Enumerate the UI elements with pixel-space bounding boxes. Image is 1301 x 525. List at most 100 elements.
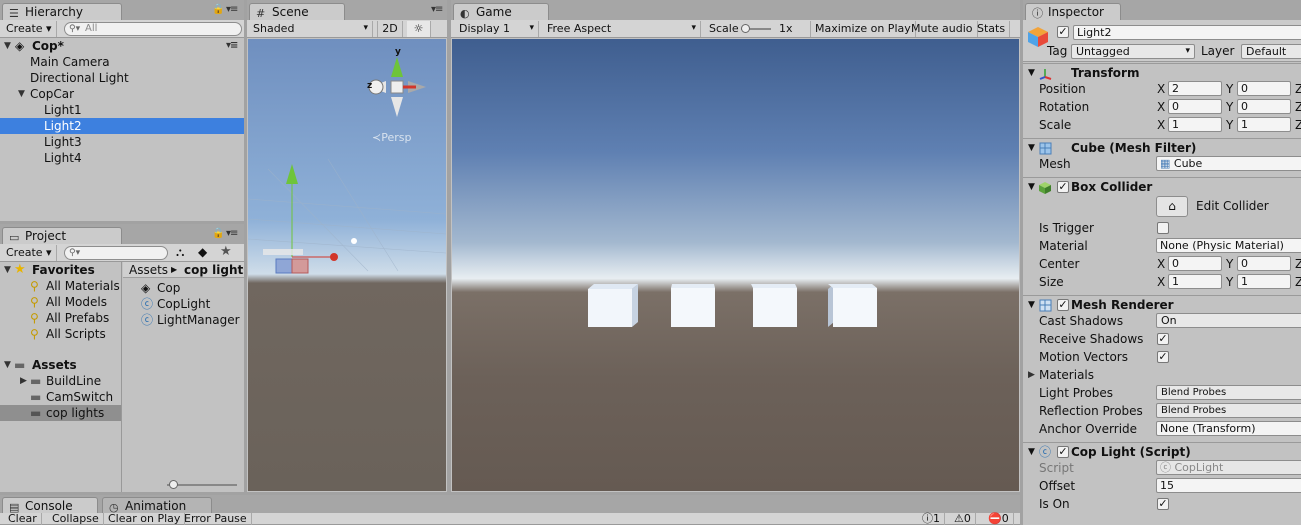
hierarchy-item-light1[interactable]: Light1: [0, 102, 244, 118]
hierarchy-item-light2[interactable]: Light2: [0, 118, 244, 134]
mesh-renderer-enabled-checkbox[interactable]: ✓: [1057, 299, 1069, 311]
file-coplight[interactable]: ⓒ CopLight: [123, 296, 244, 312]
folder-buildline[interactable]: ▶ ▬ BuildLine: [0, 373, 121, 389]
console-clear-button[interactable]: Clear: [4, 513, 42, 525]
orientation-gizmo[interactable]: y z: [366, 47, 428, 119]
size-x-field[interactable]: 1: [1168, 274, 1222, 289]
project-search-input[interactable]: ⚲▾: [64, 246, 168, 260]
panel-menu-icon[interactable]: ▾≡: [431, 4, 443, 15]
scene-lighting-icon[interactable]: ☼: [407, 21, 431, 37]
file-cop[interactable]: ◈ Cop: [123, 280, 244, 296]
slider-handle[interactable]: [169, 480, 178, 489]
scale-slider-handle[interactable]: [741, 24, 750, 33]
cast-shadows-dropdown[interactable]: On: [1156, 313, 1301, 328]
favorite-all-prefabs[interactable]: ⚲ All Prefabs: [0, 310, 121, 326]
favorites-row[interactable]: ▼ ★ Favorites: [0, 262, 121, 278]
is-on-checkbox[interactable]: ✓: [1157, 498, 1169, 510]
console-error-pause-button[interactable]: Error Pause: [180, 513, 252, 525]
hierarchy-search-input[interactable]: ⚲▾ All: [64, 22, 242, 36]
tab-inspector[interactable]: ⓘ Inspector: [1025, 3, 1121, 20]
filter-label-icon[interactable]: ◆: [198, 245, 207, 259]
console-warning-count[interactable]: ⚠0: [950, 513, 976, 525]
icon-size-slider[interactable]: [167, 480, 237, 489]
rotation-x-field[interactable]: 0: [1168, 99, 1222, 114]
project-create-button[interactable]: Create ▾: [2, 245, 57, 261]
edit-collider-button[interactable]: ⌂: [1156, 196, 1188, 217]
is-trigger-checkbox[interactable]: [1157, 222, 1169, 234]
panel-menu-icon[interactable]: ▾≡: [226, 4, 238, 15]
favorite-star-icon[interactable]: ★: [220, 244, 232, 259]
collapsed-arrow-icon[interactable]: ▶: [20, 373, 27, 389]
tab-game[interactable]: ◐ Game: [453, 3, 549, 20]
tag-dropdown[interactable]: Untagged ▾: [1071, 44, 1195, 59]
console-info-count[interactable]: ⓘ1: [918, 513, 945, 525]
console-error-count[interactable]: ⛔0: [984, 513, 1014, 525]
folder-cop-lights[interactable]: ▬ cop lights: [0, 405, 121, 421]
console-collapse-button[interactable]: Collapse: [48, 513, 104, 525]
toggle-2d-button[interactable]: 2D: [377, 21, 403, 37]
hierarchy-item-light4[interactable]: Light4: [0, 150, 244, 166]
box-collider-header[interactable]: ▼ ✓ Box Collider: [1023, 177, 1301, 196]
projection-label[interactable]: ≺Persp: [372, 131, 411, 144]
expand-arrow-icon[interactable]: ▼: [4, 357, 11, 373]
center-x-field[interactable]: 0: [1168, 256, 1222, 271]
hierarchy-create-button[interactable]: Create ▾: [2, 21, 57, 37]
motion-vectors-checkbox[interactable]: ✓: [1157, 351, 1169, 363]
cop-light-enabled-checkbox[interactable]: ✓: [1057, 446, 1069, 458]
scale-y-field[interactable]: 1: [1237, 117, 1291, 132]
tab-project[interactable]: ▭ Project: [2, 227, 122, 244]
tab-scene[interactable]: # Scene: [249, 3, 345, 20]
filter-type-icon[interactable]: ⛬: [176, 245, 184, 260]
tab-hierarchy[interactable]: ☰ Hierarchy: [2, 3, 122, 20]
lock-icon[interactable]: 🔒: [212, 228, 224, 239]
expand-arrow-icon[interactable]: ▼: [18, 86, 25, 102]
gameobject-icon[interactable]: [1027, 26, 1049, 48]
expand-arrow-icon[interactable]: ▼: [1028, 178, 1035, 197]
expand-arrow-icon[interactable]: ▼: [4, 38, 11, 54]
tab-console[interactable]: ▤ Console: [2, 497, 98, 514]
receive-shadows-checkbox[interactable]: ✓: [1157, 333, 1169, 345]
shading-mode-dropdown[interactable]: Shaded ▾: [249, 21, 373, 37]
expand-arrow-icon[interactable]: ▼: [4, 262, 11, 278]
scene-viewport[interactable]: y z ≺Persp: [248, 39, 446, 491]
tab-animation[interactable]: ◷ Animation: [102, 497, 212, 514]
light-probes-dropdown[interactable]: Blend Probes: [1156, 385, 1301, 400]
layer-dropdown[interactable]: Default: [1241, 44, 1301, 59]
anchor-override-field[interactable]: None (Transform): [1156, 421, 1301, 436]
reflection-probes-dropdown[interactable]: Blend Probes: [1156, 403, 1301, 418]
collider-material-field[interactable]: None (Physic Material): [1156, 238, 1301, 253]
favorite-all-models[interactable]: ⚲ All Models: [0, 294, 121, 310]
maximize-on-play-toggle[interactable]: Maximize on Play: [811, 21, 916, 37]
object-name-field[interactable]: Light2: [1073, 25, 1301, 40]
offset-field[interactable]: 15: [1156, 478, 1301, 493]
stats-toggle[interactable]: Stats: [973, 21, 1011, 37]
panel-menu-icon[interactable]: ▾≡: [226, 228, 238, 239]
favorite-all-materials[interactable]: ⚲ All Materials: [0, 278, 121, 294]
rotation-y-field[interactable]: 0: [1237, 99, 1291, 114]
materials-row[interactable]: ▶ Materials: [1023, 366, 1301, 384]
scene-menu-icon[interactable]: ▾≡: [226, 38, 238, 54]
favorite-all-scripts[interactable]: ⚲ All Scripts: [0, 326, 121, 342]
active-checkbox[interactable]: ✓: [1057, 26, 1069, 38]
file-lightmanager[interactable]: ⓒ LightManager: [123, 312, 244, 328]
aspect-dropdown[interactable]: Free Aspect ▾: [543, 21, 701, 37]
position-y-field[interactable]: 0: [1237, 81, 1291, 96]
collapsed-arrow-icon[interactable]: ▶: [1028, 366, 1035, 384]
folder-camswitch[interactable]: ▬ CamSwitch: [0, 389, 121, 405]
scene-root-row[interactable]: ▼ ◈ Cop* ▾≡: [0, 38, 244, 54]
display-dropdown[interactable]: Display 1 ▾: [455, 21, 539, 37]
center-y-field[interactable]: 0: [1237, 256, 1291, 271]
assets-row[interactable]: ▼ ▬ Assets: [0, 357, 121, 373]
scale-x-field[interactable]: 1: [1168, 117, 1222, 132]
position-x-field[interactable]: 2: [1168, 81, 1222, 96]
mute-audio-toggle[interactable]: Mute audio: [907, 21, 978, 37]
console-clear-on-play-button[interactable]: Clear on Play: [104, 513, 186, 525]
mesh-field[interactable]: ▦ Cube: [1156, 156, 1301, 171]
box-collider-enabled-checkbox[interactable]: ✓: [1057, 181, 1069, 193]
lock-icon[interactable]: 🔒: [212, 4, 224, 15]
game-viewport[interactable]: [452, 39, 1019, 491]
hierarchy-item-directional-light[interactable]: Directional Light: [0, 70, 244, 86]
scale-control[interactable]: Scale 1x: [705, 21, 811, 37]
hierarchy-item-main-camera[interactable]: Main Camera: [0, 54, 244, 70]
hierarchy-item-light3[interactable]: Light3: [0, 134, 244, 150]
